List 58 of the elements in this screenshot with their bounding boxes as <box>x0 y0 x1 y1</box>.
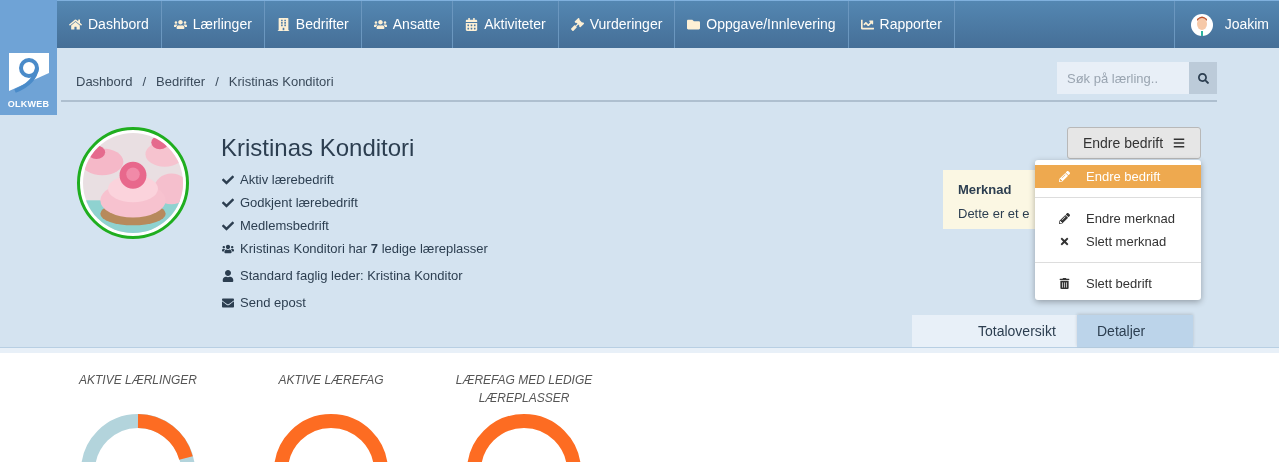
pencil-icon <box>1059 171 1070 182</box>
menu-item[interactable]: Endre merknad <box>1035 207 1201 230</box>
search-icon <box>1197 72 1209 84</box>
close-icon <box>1059 236 1070 247</box>
note-title: Merknad <box>958 181 1013 199</box>
company-fact: Standard faglig leder: Kristina Konditor <box>240 266 463 285</box>
avatar-icon <box>1190 13 1213 36</box>
nav-item[interactable]: Oppgave/Innlevering <box>675 1 849 48</box>
breadcrumb-separator: / <box>215 73 219 92</box>
check-icon <box>221 219 234 232</box>
nav-item[interactable]: Ansatte <box>361 1 454 48</box>
home-icon <box>69 18 82 31</box>
chart-icon <box>860 18 874 31</box>
users-icon <box>221 242 234 255</box>
nav-item[interactable]: Aktiviteter <box>453 1 559 48</box>
tab[interactable]: Totaloversikt <box>912 315 1077 347</box>
note-text: Dette er et e <box>958 204 1031 223</box>
pencil-icon <box>1059 213 1070 224</box>
nav-item[interactable]: Rapporter <box>848 1 955 48</box>
company-name: Kristinas Konditori <box>221 133 416 163</box>
calendar-icon <box>465 18 479 31</box>
search-button[interactable] <box>1189 62 1217 94</box>
users-icon <box>373 18 387 31</box>
check-icon <box>221 173 234 186</box>
logo-text: OLKWEB <box>7 97 50 111</box>
trash-icon <box>1059 278 1070 289</box>
company-fact: Godkjent lærebedrift <box>240 193 358 212</box>
building-icon <box>276 18 290 31</box>
nav-item[interactable]: Lærlinger <box>161 1 265 48</box>
company-fact: Aktiv lærebedrift <box>240 170 334 189</box>
users-icon <box>173 18 187 31</box>
company-fact: Kristinas Konditori har 7 ledige læreplasser <box>240 239 488 258</box>
stat-title: AKTIVE LÆREFAG <box>277 372 385 389</box>
breadcrumb-separator: / <box>142 73 146 92</box>
breadcrumb-link[interactable]: Bedrifter <box>156 72 206 92</box>
menu-item[interactable]: Slett bedrift <box>1035 272 1201 295</box>
logo[interactable]: OLKWEB <box>0 0 57 115</box>
gavel-icon <box>570 18 584 31</box>
search-field[interactable]: Søk på lærling.. <box>1057 62 1189 94</box>
user-icon <box>221 269 234 282</box>
send-email-link[interactable]: Send epost <box>240 292 306 313</box>
breadcrumb-link[interactable]: Kristinas Konditori <box>228 72 334 92</box>
menu-item[interactable]: Slett merknad <box>1035 230 1201 253</box>
company-fact: Medlemsbedrift <box>240 216 329 235</box>
user-menu[interactable]: Joakim <box>1173 1 1279 48</box>
stat-title: LÆREFAG MED LEDIGE LÆREPLASSER <box>454 372 594 407</box>
tab[interactable]: Detaljer <box>1077 315 1193 347</box>
menu-icon <box>1173 137 1186 149</box>
nav-item[interactable]: Bedrifter <box>264 1 362 48</box>
edit-company-button[interactable]: Endre bedrift <box>1067 127 1201 159</box>
folder-icon <box>687 18 701 31</box>
breadcrumb-link[interactable]: Dashbord <box>76 72 133 92</box>
envelope-icon <box>221 296 234 309</box>
nav-item[interactable]: Vurderinger <box>558 1 676 48</box>
nav-item[interactable]: Dashbord <box>57 1 162 48</box>
check-icon <box>221 196 234 209</box>
stat-title: AKTIVE LÆRLINGER <box>77 372 198 389</box>
logo-icon <box>8 52 49 93</box>
